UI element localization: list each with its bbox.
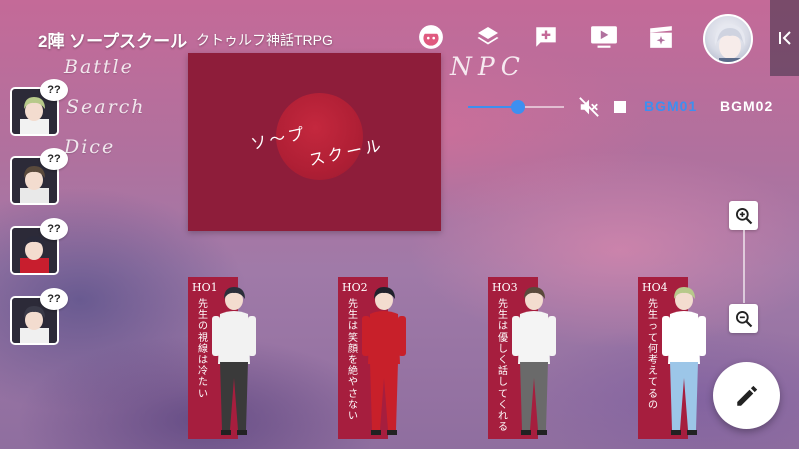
play-screen-icon[interactable]	[589, 22, 619, 52]
layers-icon[interactable]	[473, 22, 503, 52]
add-chat-icon[interactable]	[531, 22, 561, 52]
movie-effect-icon[interactable]	[646, 22, 676, 52]
edit-fab-button[interactable]	[713, 362, 780, 429]
party-status-badge: ??	[40, 79, 68, 101]
party-status-badge: ??	[40, 218, 68, 240]
zoom-out-button[interactable]	[729, 304, 758, 333]
ho-character-figure	[200, 282, 266, 444]
ho-character-figure	[650, 282, 716, 444]
volume-slider-handle[interactable]	[510, 100, 525, 114]
menu-battle[interactable]: Battle	[64, 56, 134, 78]
zoom-in-button[interactable]	[729, 201, 758, 230]
mute-icon[interactable]	[578, 96, 600, 122]
party-status-badge: ??	[40, 148, 68, 170]
menu-npc[interactable]: NPC	[450, 52, 526, 81]
room-system: クトゥルフ神話TRPG	[196, 32, 333, 48]
bgm-tab-1[interactable]: BGM01	[644, 98, 697, 114]
party-status-badge: ??	[40, 288, 68, 310]
user-avatar[interactable]	[703, 14, 753, 64]
menu-search[interactable]: Search	[66, 96, 146, 118]
bgm-tab-2[interactable]: BGM02	[720, 98, 773, 114]
zoom-out-icon	[735, 310, 752, 327]
room-title: 2陣 ソープスクール	[38, 32, 188, 51]
scenario-title-card: ソ～プ スクール	[188, 53, 441, 231]
face-icon[interactable]	[416, 22, 446, 52]
ho-character-figure	[500, 282, 566, 444]
zoom-in-icon	[735, 207, 752, 224]
bgm-controls: BGM01 BGM02	[468, 92, 788, 122]
zoom-rail[interactable]	[743, 229, 745, 303]
collapse-left-icon	[778, 31, 791, 45]
pencil-icon	[736, 385, 757, 406]
stop-icon[interactable]	[614, 101, 626, 113]
menu-dice[interactable]: Dice	[64, 136, 115, 158]
ho-character-figure	[350, 282, 416, 444]
collapse-panel-button[interactable]	[770, 0, 799, 76]
